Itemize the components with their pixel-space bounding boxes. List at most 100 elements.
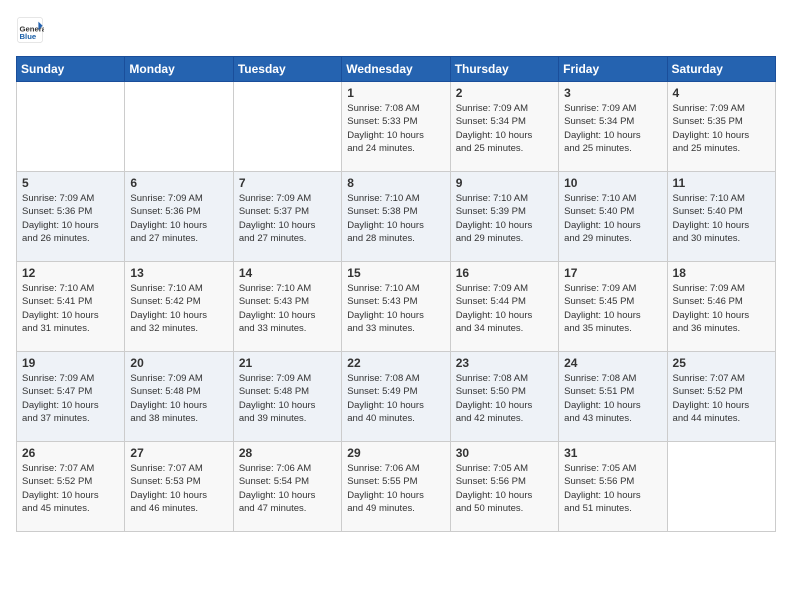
day-info: Sunrise: 7:05 AMSunset: 5:56 PMDaylight:… bbox=[564, 462, 661, 515]
day-info: Sunrise: 7:10 AMSunset: 5:42 PMDaylight:… bbox=[130, 282, 227, 335]
day-number: 19 bbox=[22, 356, 119, 370]
day-number: 29 bbox=[347, 446, 444, 460]
day-info: Sunrise: 7:09 AMSunset: 5:47 PMDaylight:… bbox=[22, 372, 119, 425]
calendar-cell: 30 Sunrise: 7:05 AMSunset: 5:56 PMDayligh… bbox=[450, 442, 558, 532]
calendar-cell: 25 Sunrise: 7:07 AMSunset: 5:52 PMDayligh… bbox=[667, 352, 775, 442]
week-row-2: 5 Sunrise: 7:09 AMSunset: 5:36 PMDaylight… bbox=[17, 172, 776, 262]
day-number: 8 bbox=[347, 176, 444, 190]
calendar-cell: 20 Sunrise: 7:09 AMSunset: 5:48 PMDayligh… bbox=[125, 352, 233, 442]
day-number: 2 bbox=[456, 86, 553, 100]
day-info: Sunrise: 7:09 AMSunset: 5:48 PMDaylight:… bbox=[239, 372, 336, 425]
calendar-cell: 1 Sunrise: 7:08 AMSunset: 5:33 PMDaylight… bbox=[342, 82, 450, 172]
page-header: General Blue bbox=[16, 16, 776, 44]
calendar-cell: 9 Sunrise: 7:10 AMSunset: 5:39 PMDaylight… bbox=[450, 172, 558, 262]
day-info: Sunrise: 7:07 AMSunset: 5:52 PMDaylight:… bbox=[22, 462, 119, 515]
day-info: Sunrise: 7:07 AMSunset: 5:53 PMDaylight:… bbox=[130, 462, 227, 515]
day-info: Sunrise: 7:07 AMSunset: 5:52 PMDaylight:… bbox=[673, 372, 770, 425]
header-monday: Monday bbox=[125, 57, 233, 82]
day-info: Sunrise: 7:08 AMSunset: 5:49 PMDaylight:… bbox=[347, 372, 444, 425]
day-info: Sunrise: 7:09 AMSunset: 5:45 PMDaylight:… bbox=[564, 282, 661, 335]
header-saturday: Saturday bbox=[667, 57, 775, 82]
svg-text:Blue: Blue bbox=[20, 32, 37, 41]
day-number: 16 bbox=[456, 266, 553, 280]
calendar-cell: 15 Sunrise: 7:10 AMSunset: 5:43 PMDayligh… bbox=[342, 262, 450, 352]
day-info: Sunrise: 7:09 AMSunset: 5:34 PMDaylight:… bbox=[456, 102, 553, 155]
day-number: 9 bbox=[456, 176, 553, 190]
week-row-1: 1 Sunrise: 7:08 AMSunset: 5:33 PMDaylight… bbox=[17, 82, 776, 172]
day-info: Sunrise: 7:10 AMSunset: 5:40 PMDaylight:… bbox=[673, 192, 770, 245]
day-number: 6 bbox=[130, 176, 227, 190]
day-number: 25 bbox=[673, 356, 770, 370]
day-info: Sunrise: 7:09 AMSunset: 5:48 PMDaylight:… bbox=[130, 372, 227, 425]
calendar-cell: 27Sunrise: 7:07 AMSunset: 5:53 PMDayligh… bbox=[125, 442, 233, 532]
calendar-cell: 7Sunrise: 7:09 AMSunset: 5:37 PMDaylight… bbox=[233, 172, 341, 262]
logo: General Blue bbox=[16, 16, 48, 44]
day-info: Sunrise: 7:09 AMSunset: 5:34 PMDaylight:… bbox=[564, 102, 661, 155]
calendar-cell bbox=[233, 82, 341, 172]
day-number: 31 bbox=[564, 446, 661, 460]
day-number: 18 bbox=[673, 266, 770, 280]
day-info: Sunrise: 7:10 AMSunset: 5:43 PMDaylight:… bbox=[347, 282, 444, 335]
calendar-cell: 31 Sunrise: 7:05 AMSunset: 5:56 PMDayligh… bbox=[559, 442, 667, 532]
week-row-3: 12 Sunrise: 7:10 AMSunset: 5:41 PMDayligh… bbox=[17, 262, 776, 352]
day-number: 26 bbox=[22, 446, 119, 460]
calendar-cell: 5 Sunrise: 7:09 AMSunset: 5:36 PMDaylight… bbox=[17, 172, 125, 262]
day-info: Sunrise: 7:10 AMSunset: 5:40 PMDaylight:… bbox=[564, 192, 661, 245]
day-info: Sunrise: 7:09 AMSunset: 5:44 PMDaylight:… bbox=[456, 282, 553, 335]
calendar-cell: 22 Sunrise: 7:08 AMSunset: 5:49 PMDayligh… bbox=[342, 352, 450, 442]
day-info: Sunrise: 7:08 AMSunset: 5:51 PMDaylight:… bbox=[564, 372, 661, 425]
day-number: 22 bbox=[347, 356, 444, 370]
day-number: 15 bbox=[347, 266, 444, 280]
header-friday: Friday bbox=[559, 57, 667, 82]
calendar-cell: 19 Sunrise: 7:09 AMSunset: 5:47 PMDayligh… bbox=[17, 352, 125, 442]
calendar-cell: 6 Sunrise: 7:09 AMSunset: 5:36 PMDaylight… bbox=[125, 172, 233, 262]
day-info: Sunrise: 7:08 AMSunset: 5:50 PMDaylight:… bbox=[456, 372, 553, 425]
day-info: Sunrise: 7:09 AMSunset: 5:35 PMDaylight:… bbox=[673, 102, 770, 155]
calendar-cell: 29 Sunrise: 7:06 AMSunset: 5:55 PMDayligh… bbox=[342, 442, 450, 532]
day-info: Sunrise: 7:09 AMSunset: 5:36 PMDaylight:… bbox=[130, 192, 227, 245]
day-info: Sunrise: 7:06 AMSunset: 5:55 PMDaylight:… bbox=[347, 462, 444, 515]
weekday-header-row: SundayMondayTuesdayWednesdayThursdayFrid… bbox=[17, 57, 776, 82]
calendar-cell: 10Sunrise: 7:10 AMSunset: 5:40 PMDayligh… bbox=[559, 172, 667, 262]
day-info: Sunrise: 7:08 AMSunset: 5:33 PMDaylight:… bbox=[347, 102, 444, 155]
day-info: Sunrise: 7:09 AMSunset: 5:46 PMDaylight:… bbox=[673, 282, 770, 335]
day-number: 14 bbox=[239, 266, 336, 280]
day-number: 1 bbox=[347, 86, 444, 100]
day-info: Sunrise: 7:05 AMSunset: 5:56 PMDaylight:… bbox=[456, 462, 553, 515]
header-wednesday: Wednesday bbox=[342, 57, 450, 82]
calendar-cell: 4Sunrise: 7:09 AMSunset: 5:35 PMDaylight… bbox=[667, 82, 775, 172]
day-number: 12 bbox=[22, 266, 119, 280]
header-sunday: Sunday bbox=[17, 57, 125, 82]
calendar-cell: 16 Sunrise: 7:09 AMSunset: 5:44 PMDayligh… bbox=[450, 262, 558, 352]
calendar-cell: 13 Sunrise: 7:10 AMSunset: 5:42 PMDayligh… bbox=[125, 262, 233, 352]
day-number: 24 bbox=[564, 356, 661, 370]
calendar-cell bbox=[125, 82, 233, 172]
day-number: 7 bbox=[239, 176, 336, 190]
calendar-cell: 21 Sunrise: 7:09 AMSunset: 5:48 PMDayligh… bbox=[233, 352, 341, 442]
logo-icon: General Blue bbox=[16, 16, 44, 44]
day-info: Sunrise: 7:06 AMSunset: 5:54 PMDaylight:… bbox=[239, 462, 336, 515]
header-thursday: Thursday bbox=[450, 57, 558, 82]
day-number: 23 bbox=[456, 356, 553, 370]
day-info: Sunrise: 7:10 AMSunset: 5:38 PMDaylight:… bbox=[347, 192, 444, 245]
calendar-cell: 17 Sunrise: 7:09 AMSunset: 5:45 PMDayligh… bbox=[559, 262, 667, 352]
day-number: 5 bbox=[22, 176, 119, 190]
day-number: 21 bbox=[239, 356, 336, 370]
day-number: 3 bbox=[564, 86, 661, 100]
day-number: 17 bbox=[564, 266, 661, 280]
day-number: 28 bbox=[239, 446, 336, 460]
day-info: Sunrise: 7:10 AMSunset: 5:39 PMDaylight:… bbox=[456, 192, 553, 245]
calendar-cell: 8 Sunrise: 7:10 AMSunset: 5:38 PMDaylight… bbox=[342, 172, 450, 262]
day-info: Sunrise: 7:09 AMSunset: 5:36 PMDaylight:… bbox=[22, 192, 119, 245]
day-number: 11 bbox=[673, 176, 770, 190]
calendar-table: SundayMondayTuesdayWednesdayThursdayFrid… bbox=[16, 56, 776, 532]
day-number: 13 bbox=[130, 266, 227, 280]
day-info: Sunrise: 7:10 AMSunset: 5:41 PMDaylight:… bbox=[22, 282, 119, 335]
day-number: 20 bbox=[130, 356, 227, 370]
calendar-cell: 2 Sunrise: 7:09 AMSunset: 5:34 PMDaylight… bbox=[450, 82, 558, 172]
calendar-cell: 3 Sunrise: 7:09 AMSunset: 5:34 PMDaylight… bbox=[559, 82, 667, 172]
calendar-cell: 28 Sunrise: 7:06 AMSunset: 5:54 PMDayligh… bbox=[233, 442, 341, 532]
calendar-cell: 18 Sunrise: 7:09 AMSunset: 5:46 PMDayligh… bbox=[667, 262, 775, 352]
calendar-cell: 24 Sunrise: 7:08 AMSunset: 5:51 PMDayligh… bbox=[559, 352, 667, 442]
day-number: 30 bbox=[456, 446, 553, 460]
